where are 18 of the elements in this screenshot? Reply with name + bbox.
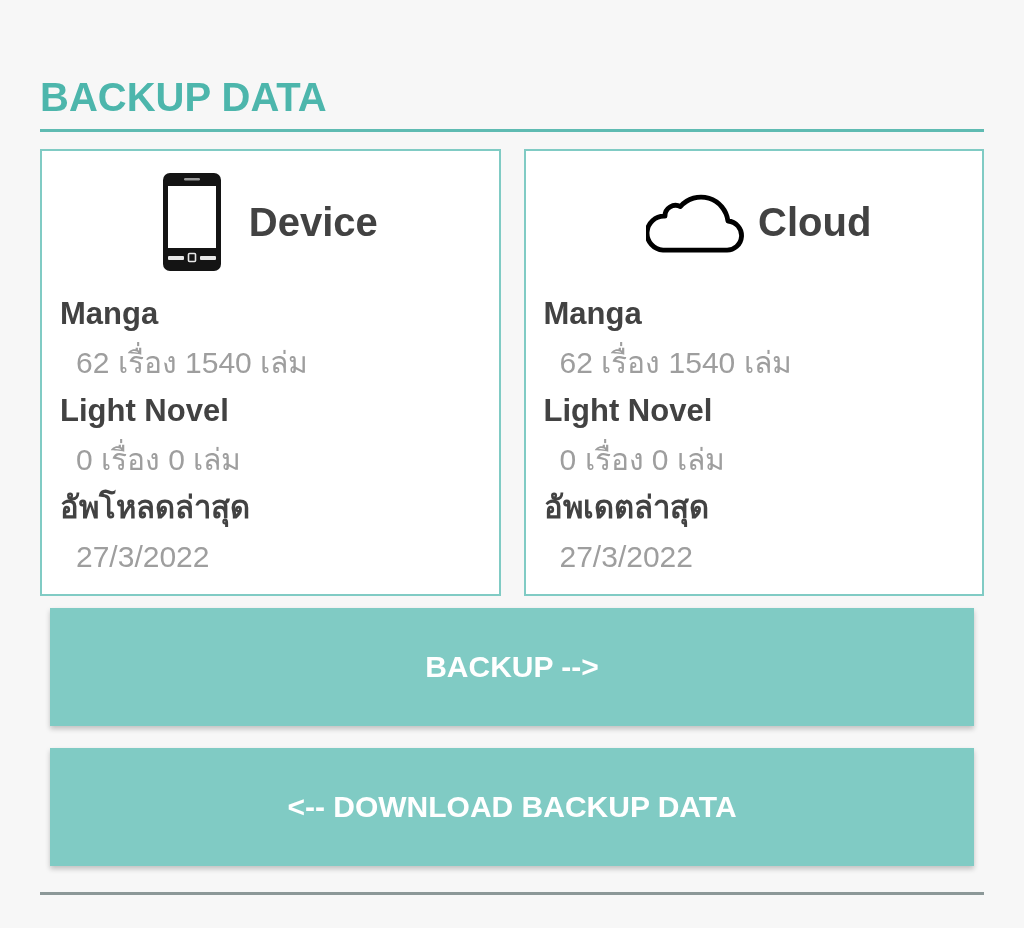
stat-value: 62 เรื่อง 1540 เล่ม	[559, 338, 792, 387]
stat-label: Manga	[543, 295, 642, 333]
stat-label: Light Novel	[60, 392, 229, 430]
stat-label: อัพโหลดล่าสุด	[60, 488, 250, 529]
stat-value: 62 เรื่อง 1540 เล่ม	[76, 338, 309, 387]
stat-value: 27/3/2022	[76, 538, 210, 575]
panel-title: Device	[248, 199, 378, 246]
panel-title: Cloud	[758, 199, 872, 246]
stat-value: 0 เรื่อง 0 เล่ม	[559, 435, 725, 484]
stat-label: อัพเดตล่าสุด	[543, 489, 709, 529]
stat-value: 27/3/2022	[559, 538, 693, 575]
stat-label: Manga	[60, 295, 159, 333]
action-button[interactable]: BACKUP -->	[50, 608, 974, 726]
stat-value: 0 เรื่อง 0 เล่ม	[76, 435, 242, 484]
stat-label: Light Novel	[543, 392, 713, 430]
phone-icon	[162, 173, 221, 271]
section-title: BACKUP DATA	[40, 74, 327, 121]
action-button[interactable]: <-- DOWNLOAD BACKUP DATA	[50, 748, 974, 866]
